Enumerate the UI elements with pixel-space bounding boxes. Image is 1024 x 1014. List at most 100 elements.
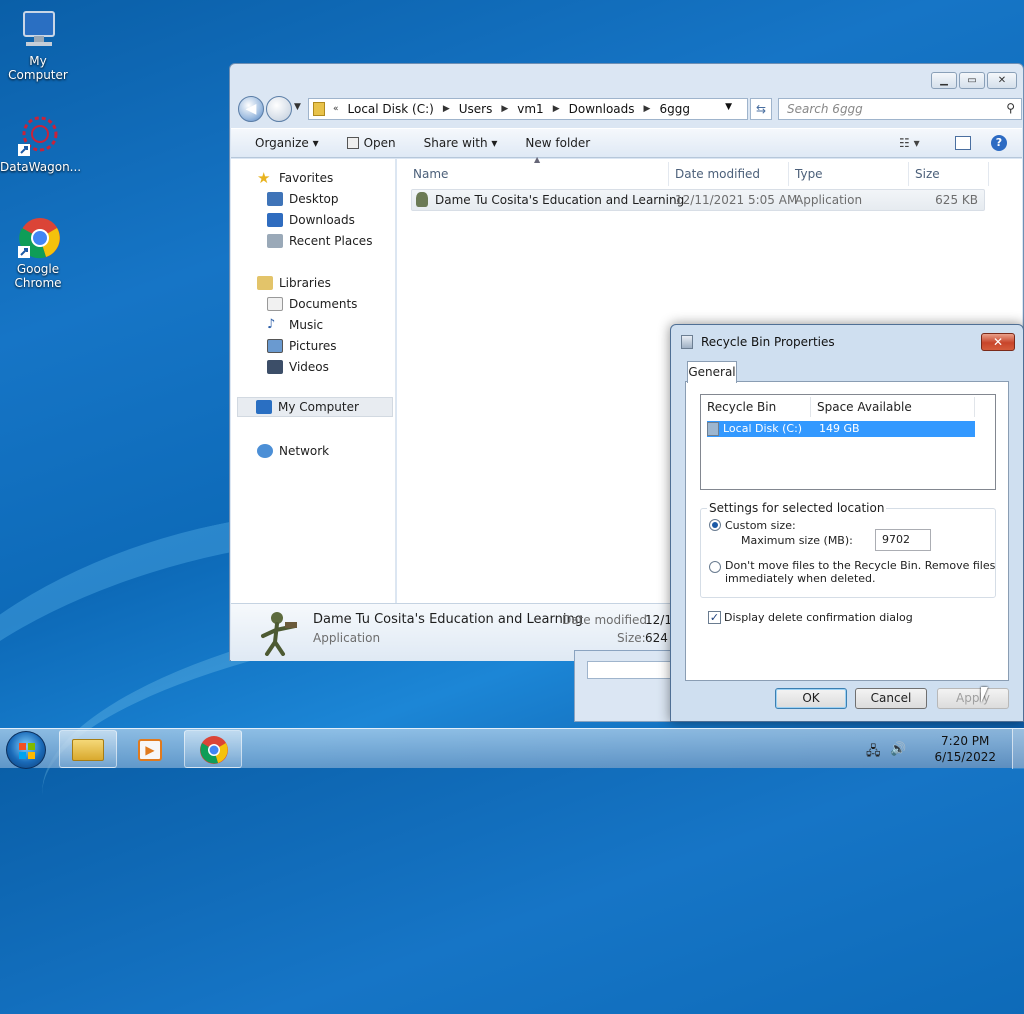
display-delete-confirmation-label[interactable]: Display delete confirmation dialog [724,611,913,624]
breadcrumb-item[interactable]: Downloads [569,102,635,116]
folder-icon [313,102,325,116]
column-header-date-modified[interactable]: Date modified [669,162,789,186]
nav-my-computer[interactable]: My Computer [237,397,393,417]
ok-button[interactable]: OK [775,688,847,709]
videos-icon [267,360,283,374]
history-dropdown-icon[interactable]: ▼ [294,102,301,112]
cancel-button[interactable]: Cancel [855,688,927,709]
file-size: 625 KB [935,193,978,207]
view-options-icon[interactable]: ☷ ▾ [899,136,920,150]
open-button[interactable]: Open [346,136,396,150]
start-button[interactable] [6,731,46,769]
taskbar: ▶ 🖧 🔊 7:20 PM 6/15/2022 [0,728,1024,769]
minimize-button[interactable]: ▁ [931,72,957,89]
max-size-input[interactable]: 9702 [875,529,931,551]
search-icon[interactable]: ⚲ [1006,101,1015,115]
dont-move-files-label-line2: immediately when deleted. [725,572,876,585]
location-space: 149 GB [819,422,860,435]
custom-size-radio[interactable] [709,519,721,531]
desktop-icon-google-chrome[interactable]: Google Chrome [0,216,76,290]
breadcrumb-item[interactable]: vm1 [517,102,543,116]
address-bar[interactable]: « Local Disk (C:) ▶ Users ▶ vm1 ▶ Downloads… [308,98,748,120]
location-name: Local Disk (C:) [723,422,803,435]
taskbar-explorer[interactable] [59,730,117,768]
chrome-icon [16,216,60,260]
dont-move-files-radio[interactable] [709,561,721,573]
media-player-icon: ▶ [138,739,162,761]
taskbar-media-player[interactable]: ▶ [121,730,179,768]
window-controls: ▁ ▭ ✕ [931,72,1017,89]
file-date: 12/11/2021 5:05 AM [675,193,798,207]
music-icon: ♪ [267,317,276,332]
recycle-bin-location-list[interactable]: Recycle Bin Location Space Available Loc… [700,394,996,490]
nav-recent-places[interactable]: Recent Places [267,234,372,248]
apply-button[interactable]: Apply [937,688,1009,709]
share-with-button[interactable]: Share with ▾ [424,136,498,150]
nav-documents[interactable]: Documents [267,297,357,311]
file-thumbnail-icon [255,610,299,656]
maximize-button[interactable]: ▭ [959,72,985,89]
dont-move-files-label[interactable]: Don't move files to the Recycle Bin. Rem… [725,559,995,572]
file-name: Dame Tu Cosita's Education and Learning [435,193,685,207]
nav-music[interactable]: ♪ Music [267,317,323,333]
nav-desktop[interactable]: Desktop [267,192,339,206]
breadcrumb-item[interactable]: 6ggg [659,102,690,116]
breadcrumb-item[interactable]: Users [459,102,493,116]
help-icon[interactable]: ? [991,135,1007,151]
navigation-bar: ◀ ▼ « Local Disk (C:) ▶ Users ▶ vm1 ▶ Downl… [236,96,1022,122]
details-file-type: Application [313,631,381,645]
taskbar-chrome[interactable] [184,730,242,768]
overflow-chevron-icon[interactable]: « [333,104,339,114]
clock[interactable]: 7:20 PM 6/15/2022 [934,733,996,765]
column-header-size[interactable]: Size [909,162,989,186]
settings-group: Settings for selected location Custom si… [700,501,996,598]
pictures-icon [267,339,283,353]
column-header-type[interactable]: Type [789,162,909,186]
breadcrumb-arrow-icon[interactable]: ▶ [501,104,508,114]
file-row[interactable]: Dame Tu Cosita's Education and Learning … [411,189,985,211]
general-tab-panel: Recycle Bin Location Space Available Loc… [685,381,1009,681]
nav-pictures[interactable]: Pictures [267,339,337,353]
tab-general[interactable]: General [687,361,737,383]
back-button[interactable]: ◀ [238,96,264,122]
dialog-close-button[interactable]: ✕ [981,333,1015,351]
volume-tray-icon[interactable]: 🔊 [890,742,906,757]
breadcrumb-item[interactable]: Local Disk (C:) [348,102,434,116]
organize-button[interactable]: Organize ▾ [255,136,319,150]
address-dropdown-icon[interactable]: ▼ [725,102,732,112]
nav-network[interactable]: Network [257,444,329,458]
breadcrumb-arrow-icon[interactable]: ▶ [644,104,651,114]
forward-button[interactable] [266,96,292,122]
desktop-icon-datawagon[interactable]: DataWagon... [0,114,81,174]
breadcrumb-arrow-icon[interactable]: ▶ [553,104,560,114]
column-header-name[interactable]: Name [407,162,669,186]
display-delete-confirmation-checkbox[interactable]: ✓ [708,611,721,624]
details-size-label: Size: [617,631,646,645]
refresh-button[interactable]: ⇆ [750,98,772,120]
open-icon [346,137,359,149]
nav-downloads[interactable]: Downloads [267,213,355,227]
application-icon [416,192,428,207]
close-button[interactable]: ✕ [987,72,1017,89]
recycle-bin-properties-dialog[interactable]: Recycle Bin Properties ✕ General Recycle… [670,324,1024,722]
breadcrumb-arrow-icon[interactable]: ▶ [443,104,450,114]
new-folder-button[interactable]: New folder [525,136,590,150]
preview-pane-icon[interactable] [955,136,971,150]
details-date-label: Date modified: [562,613,652,627]
show-desktop-button[interactable] [1012,729,1024,769]
nav-videos[interactable]: Videos [267,360,329,374]
column-header-space[interactable]: Space Available [811,397,975,417]
column-header-location[interactable]: Recycle Bin Location [701,397,811,434]
clock-date: 6/15/2022 [934,750,996,764]
star-icon: ★ [257,169,271,187]
custom-size-label[interactable]: Custom size: [725,519,796,532]
documents-icon [267,297,283,311]
details-file-name: Dame Tu Cosita's Education and Learning [313,612,583,627]
desktop-icon-my-computer[interactable]: My Computer [0,8,76,82]
recycle-bin-icon [681,335,693,349]
search-input[interactable]: Search 6ggg ⚲ [778,98,1022,120]
network-tray-icon[interactable]: 🖧 [866,742,881,764]
nav-favorites[interactable]: ★ Favorites [257,169,333,187]
location-row[interactable]: Local Disk (C:) 149 GB [707,421,975,437]
nav-libraries[interactable]: Libraries [257,276,331,290]
